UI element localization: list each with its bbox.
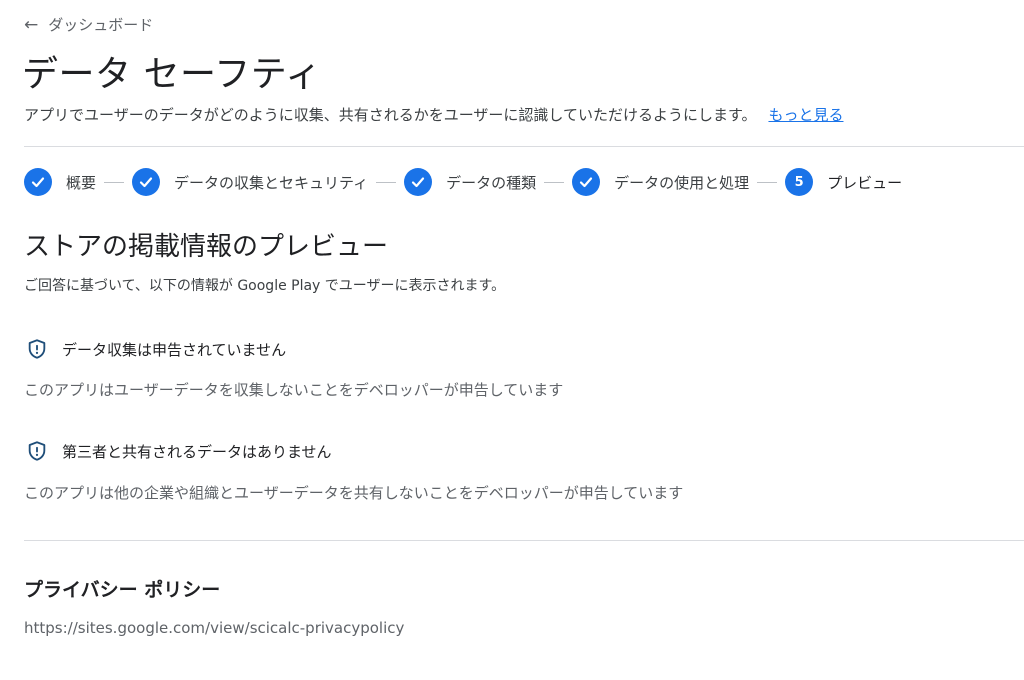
step-label: データの種類 <box>446 173 537 192</box>
step-label: 概要 <box>66 173 97 192</box>
step-data-types[interactable]: データの種類 <box>404 168 536 196</box>
step-connector <box>104 181 125 183</box>
step-collection-security[interactable]: データの収集とセキュリティ <box>132 168 368 196</box>
step-overview[interactable]: 概要 <box>24 168 96 196</box>
step-data-usage[interactable]: データの使用と処理 <box>572 168 749 196</box>
header-divider <box>24 146 1024 147</box>
step-number: 5 <box>785 168 814 196</box>
progress-stepper: 概要 データの収集とセキュリティ データの種類 データの使用と処理 5 プレビュ… <box>24 168 902 196</box>
item-description: このアプリは他の企業や組織とユーザーデータを共有しないことをデベロッパーが申告し… <box>24 484 684 502</box>
privacy-policy-title: プライバシー ポリシー <box>24 579 221 601</box>
arrow-left-icon: ← <box>24 14 39 35</box>
check-icon <box>572 168 601 196</box>
page-subtitle: アプリでユーザーのデータがどのように収集、共有されるかをユーザーに認識していただ… <box>24 104 843 125</box>
step-connector <box>544 181 565 183</box>
shield-alert-icon <box>28 441 46 461</box>
page-title: データ セーフティ <box>22 54 322 95</box>
item-description: このアプリはユーザーデータを収集しないことをデベロッパーが申告しています <box>24 381 564 399</box>
preview-section-title: ストアの掲載情報のプレビュー <box>24 232 389 262</box>
step-label: プレビュー <box>827 173 903 192</box>
check-icon <box>132 168 161 196</box>
step-connector <box>376 181 397 183</box>
step-label: データの収集とセキュリティ <box>174 173 369 192</box>
no-data-sharing-heading: 第三者と共有されるデータはありません <box>26 439 332 463</box>
shield-alert-icon <box>28 339 46 359</box>
item-title: データ収集は申告されていません <box>62 340 287 359</box>
subtitle-text: アプリでユーザーのデータがどのように収集、共有されるかをユーザーに認識していただ… <box>24 106 757 124</box>
step-label: データの使用と処理 <box>614 173 750 192</box>
privacy-policy-url: https://sites.google.com/view/scicalc-pr… <box>24 619 405 637</box>
no-data-collection-heading: データ収集は申告されていません <box>26 337 286 361</box>
item-title: 第三者と共有されるデータはありません <box>62 442 332 461</box>
step-preview[interactable]: 5 プレビュー <box>785 168 902 196</box>
learn-more-link[interactable]: もっと見る <box>768 106 843 124</box>
back-to-dashboard-link[interactable]: ← ダッシュボード <box>24 14 153 35</box>
preview-section-description: ご回答に基づいて、以下の情報が Google Play でユーザーに表示されます… <box>24 278 506 294</box>
step-connector <box>757 181 778 183</box>
back-link-label: ダッシュボード <box>48 16 154 34</box>
check-icon <box>404 168 433 196</box>
check-icon <box>24 168 52 196</box>
section-divider <box>24 540 1024 541</box>
